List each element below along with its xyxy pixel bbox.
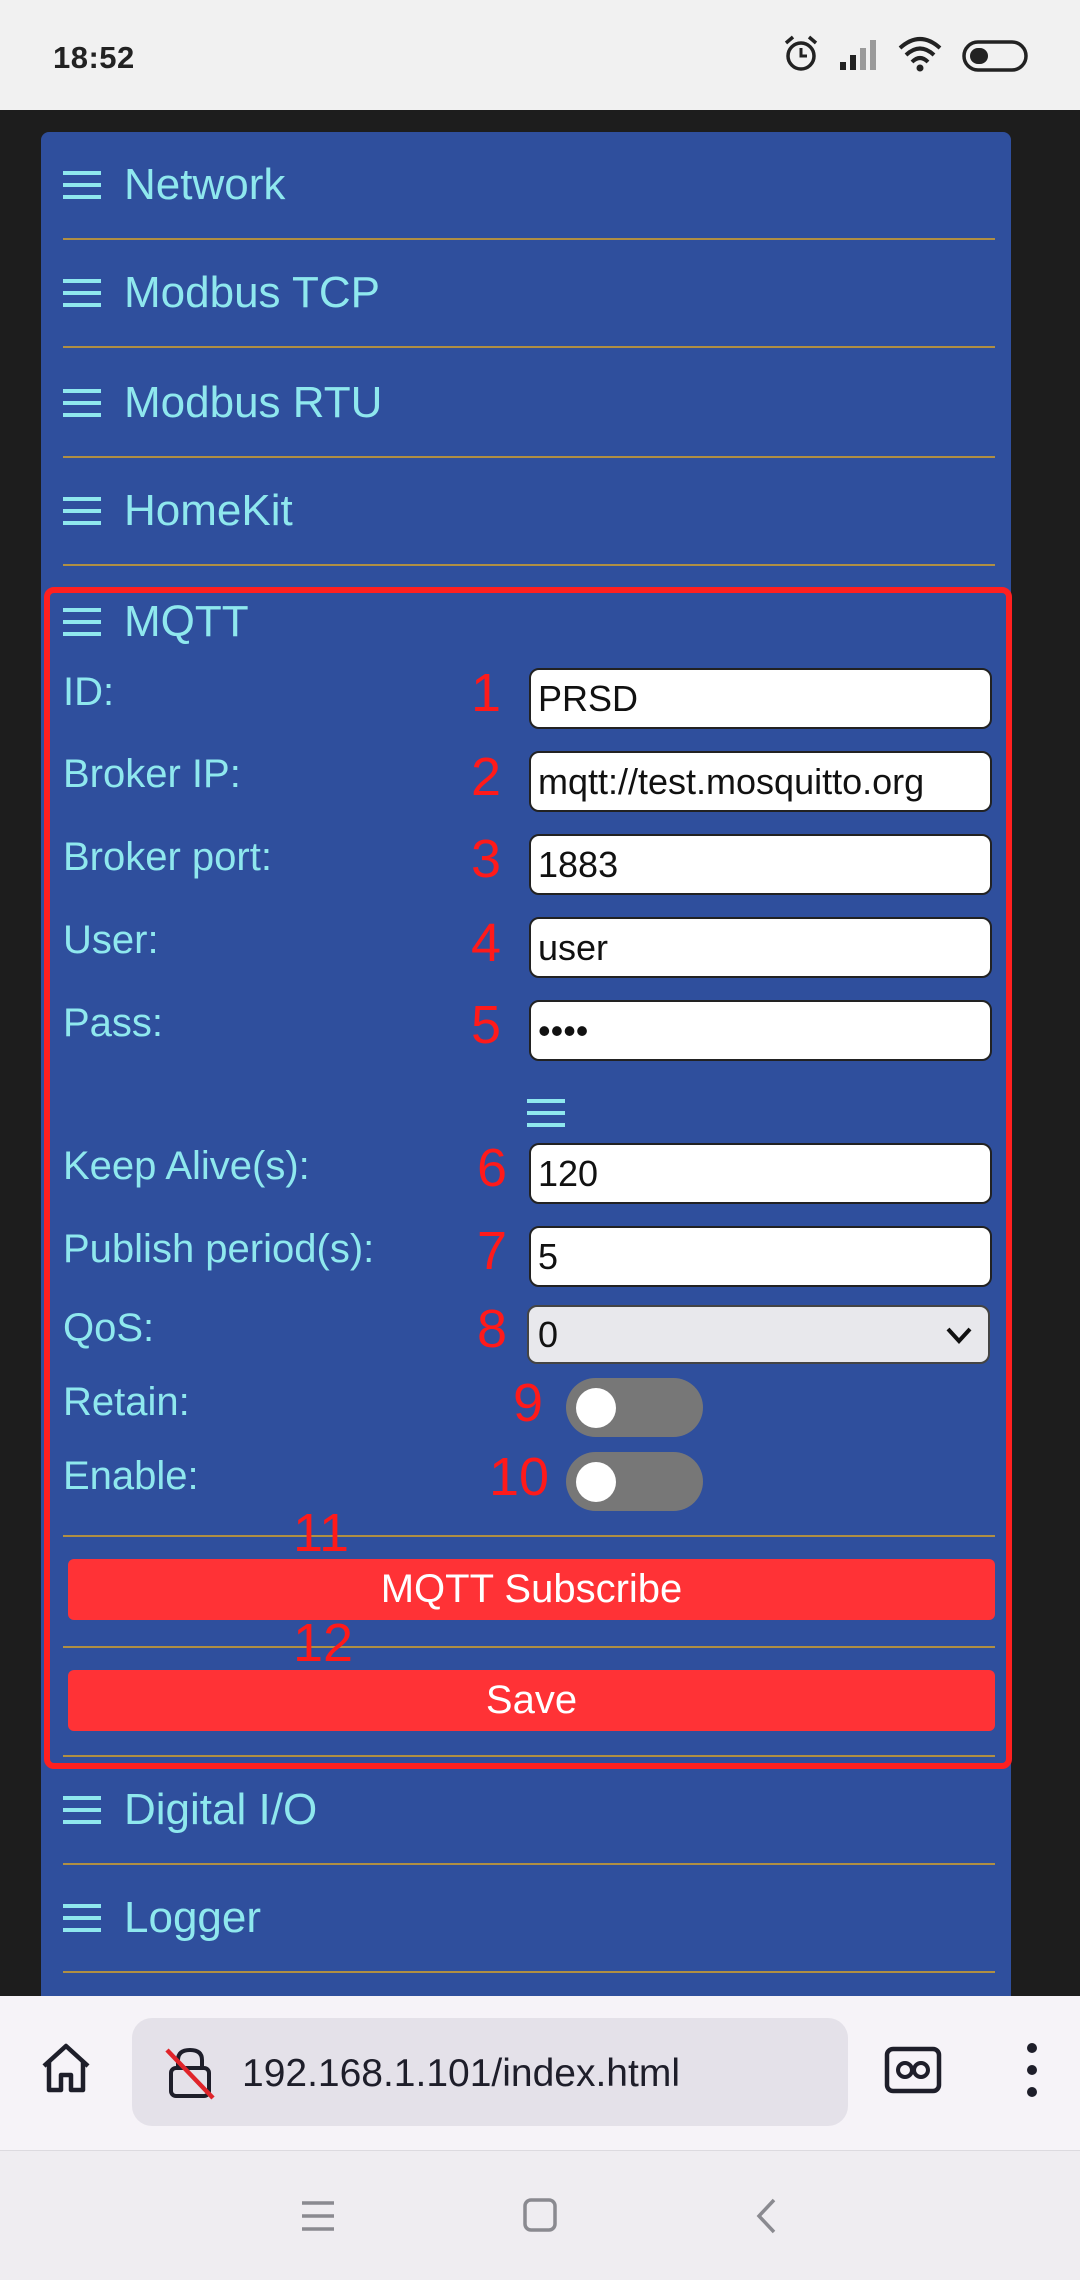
status-bar: 18:52 — [0, 0, 1080, 110]
broker-port-label: Broker port: — [63, 835, 272, 879]
menu-label: Digital I/O — [124, 1785, 318, 1834]
more-menu-icon[interactable] — [1022, 2040, 1042, 2100]
marker-11: 11 — [293, 1503, 350, 1563]
settings-panel: Network Modbus TCP Modbus RTU HomeKit MQ… — [41, 132, 1012, 1996]
web-page: Network Modbus TCP Modbus RTU HomeKit MQ… — [0, 110, 1080, 1996]
menu-digital-io[interactable]: Digital I/O — [63, 1757, 995, 1865]
mqtt-subscribe-button[interactable]: MQTT Subscribe — [68, 1559, 995, 1620]
publish-period-input[interactable]: 5 — [529, 1226, 992, 1287]
enable-label: Enable: — [63, 1454, 199, 1498]
toggle-knob — [576, 1462, 616, 1502]
id-label: ID: — [63, 670, 115, 714]
marker-6: 6 — [477, 1138, 508, 1198]
menu-network[interactable]: Network — [63, 132, 995, 240]
qos-label: QoS: — [63, 1306, 155, 1350]
reader-mode-icon[interactable] — [884, 2046, 942, 2094]
enable-toggle[interactable] — [566, 1452, 703, 1511]
menu-icon — [63, 607, 101, 637]
marker-10: 10 — [489, 1447, 550, 1507]
toggle-knob — [576, 1388, 616, 1428]
menu-modbus-rtu[interactable]: Modbus RTU — [63, 350, 995, 458]
address-bar[interactable]: 192.168.1.101/index.html — [132, 2018, 848, 2126]
home-icon[interactable] — [38, 2040, 94, 2096]
menu-label: Network — [124, 160, 286, 209]
broker-ip-label: Broker IP: — [63, 752, 241, 796]
show-password-icon[interactable] — [527, 1098, 565, 1128]
keep-alive-input[interactable]: 120 — [529, 1143, 992, 1204]
id-input[interactable]: PRSD — [529, 668, 992, 729]
menu-icon — [63, 278, 101, 308]
url-text: 192.168.1.101/index.html — [242, 2052, 680, 2095]
user-label: User: — [63, 918, 159, 962]
menu-logger[interactable]: Logger — [63, 1865, 995, 1973]
retain-label: Retain: — [63, 1380, 190, 1424]
pass-input[interactable]: •••• — [529, 1000, 992, 1061]
menu-icon — [63, 1903, 101, 1933]
recents-icon[interactable] — [300, 2199, 336, 2233]
back-icon[interactable] — [754, 2197, 780, 2235]
marker-12: 12 — [293, 1613, 354, 1673]
divider — [63, 1535, 995, 1537]
browser-toolbar: 192.168.1.101/index.html — [0, 1996, 1080, 2150]
marker-1: 1 — [471, 663, 502, 723]
marker-5: 5 — [471, 995, 502, 1055]
chevron-down-icon — [946, 1327, 972, 1344]
user-input[interactable]: user — [529, 917, 992, 978]
marker-4: 4 — [471, 913, 502, 973]
broker-ip-input[interactable]: mqtt://test.mosquitto.org — [529, 751, 992, 812]
marker-7: 7 — [477, 1221, 508, 1281]
alarm-icon — [784, 35, 818, 71]
save-button[interactable]: Save — [68, 1670, 995, 1731]
menu-icon — [63, 1795, 101, 1825]
system-nav-bar — [0, 2150, 1080, 2280]
keep-alive-label: Keep Alive(s): — [63, 1144, 310, 1188]
menu-mqtt[interactable]: MQTT — [63, 568, 995, 676]
menu-label: HomeKit — [124, 486, 293, 535]
qos-value: 0 — [538, 1313, 559, 1355]
menu-label: Modbus RTU — [124, 378, 383, 427]
divider — [63, 1646, 995, 1648]
menu-label: Modbus TCP — [124, 268, 380, 317]
status-time: 18:52 — [53, 40, 135, 75]
retain-toggle[interactable] — [566, 1378, 703, 1437]
signal-icon — [840, 40, 876, 70]
pass-label: Pass: — [63, 1001, 164, 1045]
battery-icon — [962, 40, 1028, 72]
marker-2: 2 — [471, 747, 502, 807]
menu-icon — [63, 388, 101, 418]
qos-select[interactable]: 0 — [527, 1305, 990, 1364]
home-nav-icon[interactable] — [522, 2197, 558, 2233]
menu-label: Logger — [124, 1893, 262, 1942]
marker-3: 3 — [471, 829, 502, 889]
menu-homekit[interactable]: HomeKit — [63, 458, 995, 566]
wifi-icon — [898, 37, 942, 72]
menu-label: MQTT — [124, 597, 249, 646]
menu-icon — [63, 496, 101, 526]
publish-period-label: Publish period(s): — [63, 1227, 375, 1271]
broker-port-input[interactable]: 1883 — [529, 834, 992, 895]
menu-modbus-tcp[interactable]: Modbus TCP — [63, 240, 995, 348]
not-secure-lock-icon[interactable] — [162, 2044, 218, 2102]
menu-icon — [63, 170, 101, 200]
marker-8: 8 — [477, 1299, 508, 1359]
marker-9: 9 — [513, 1373, 544, 1433]
